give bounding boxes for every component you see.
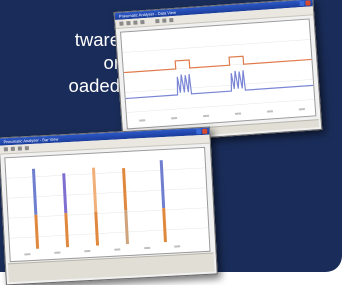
bar-blue	[62, 173, 68, 214]
minimize-icon[interactable]	[299, 0, 305, 7]
promo-text: tware or oaded	[0, 28, 120, 97]
toolbar-button[interactable]	[140, 20, 145, 25]
toolbar-button[interactable]	[169, 17, 174, 23]
trace-window[interactable]: Pneumatic Analyser - Data View	[113, 0, 323, 144]
bar-orange	[124, 209, 130, 245]
minimize-icon[interactable]	[196, 129, 202, 135]
bar-blue	[159, 160, 166, 209]
close-icon[interactable]	[202, 128, 208, 134]
toolbar-button[interactable]	[119, 21, 124, 26]
toolbar-button[interactable]	[3, 147, 8, 152]
toolbar-button[interactable]	[10, 146, 15, 152]
bar-plot	[6, 160, 209, 256]
toolbar-button[interactable]	[126, 20, 131, 26]
bar-orange	[64, 213, 70, 248]
bar-orange	[34, 214, 40, 249]
trace-plot-area[interactable]	[120, 18, 317, 130]
bar-window[interactable]: Pneumatic Analyser - Bar View	[0, 126, 218, 285]
bar-orange	[162, 208, 167, 243]
close-icon[interactable]	[305, 0, 311, 6]
toolbar-button[interactable]	[155, 18, 160, 24]
promo-line-1: tware	[74, 29, 120, 50]
toolbar-button[interactable]	[133, 20, 138, 25]
bar-plot-area[interactable]	[4, 146, 211, 263]
toolbar-button[interactable]	[24, 146, 29, 151]
toolbar-button[interactable]	[162, 18, 167, 23]
promo-line-2: or	[103, 52, 120, 73]
toolbar-button[interactable]	[17, 146, 22, 151]
bar-blue	[122, 168, 128, 211]
bar-orange	[94, 211, 100, 246]
bar-blue	[31, 168, 38, 215]
promo-line-3: oaded	[68, 75, 120, 96]
bar-blue	[91, 167, 98, 212]
trace-line-red	[123, 55, 312, 74]
trace-plot	[122, 39, 315, 122]
